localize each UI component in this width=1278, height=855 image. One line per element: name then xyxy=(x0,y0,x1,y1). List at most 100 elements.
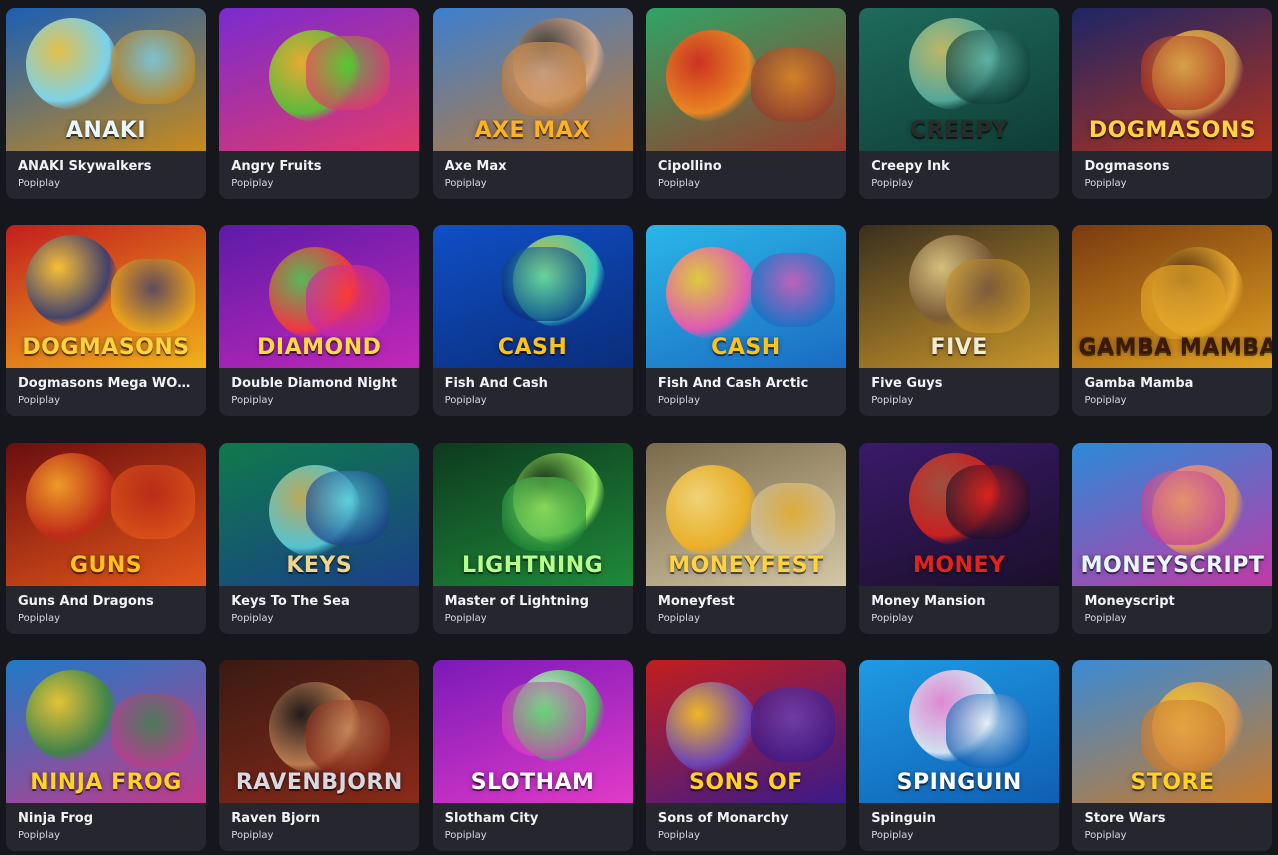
artwork-shape xyxy=(665,30,758,122)
game-thumbnail[interactable]: FIVE xyxy=(859,225,1060,369)
artwork-shape xyxy=(111,693,195,768)
game-logo-text: DOGMASONS xyxy=(22,336,190,361)
game-thumbnail[interactable]: AXE MAX xyxy=(432,8,633,151)
game-thumbnail[interactable]: KEYS xyxy=(219,442,420,586)
game-card[interactable]: STORE Store Wars Popiplay xyxy=(1072,659,1273,851)
game-card[interactable]: LIGHTNING Master of Lightning Popiplay xyxy=(432,442,633,634)
game-title[interactable]: Spinguin xyxy=(871,810,1047,827)
game-thumbnail[interactable]: ANAKI xyxy=(6,8,206,151)
game-card[interactable]: AXE MAX Axe Max Popiplay xyxy=(432,8,633,199)
game-provider: Popiplay xyxy=(1084,395,1127,407)
game-thumbnail[interactable]: LIGHTNING xyxy=(432,442,633,586)
game-thumbnail[interactable]: MONEYFEST xyxy=(645,442,846,586)
game-title[interactable]: Master of Lightning xyxy=(445,593,621,610)
game-thumbnail[interactable]: GAMBA MAMBA xyxy=(1072,225,1273,369)
game-title[interactable]: Sons of Monarchy xyxy=(658,810,834,827)
game-thumbnail[interactable]: STORE xyxy=(1072,659,1273,803)
game-card[interactable]: MONEYFEST Moneyfest Popiplay xyxy=(645,442,846,634)
game-card[interactable]: DOGMASONS Dogmasons Popiplay xyxy=(1072,8,1273,199)
game-provider: Popiplay xyxy=(657,829,700,841)
game-title[interactable]: Dogmasons xyxy=(1084,158,1260,175)
game-card[interactable]: DOGMASONS Dogmasons Mega WOOF Popiplay xyxy=(6,225,206,417)
game-provider: Popiplay xyxy=(871,612,914,624)
game-thumbnail[interactable]: DOGMASONS xyxy=(1072,8,1273,151)
game-title[interactable]: Keys To The Sea xyxy=(231,593,407,610)
game-info: Fish And Cash Arctic Popiplay xyxy=(646,368,846,408)
game-title[interactable]: Store Wars xyxy=(1084,810,1260,827)
game-title[interactable]: Double Diamond Night xyxy=(231,375,407,392)
game-thumbnail[interactable]: NINJA FROG xyxy=(6,659,206,803)
game-card[interactable]: KEYS Keys To The Sea Popiplay xyxy=(219,442,420,634)
game-grid: ANAKI ANAKI Skywalkers Popiplay Angry Fruit… xyxy=(6,8,1273,851)
game-thumbnail[interactable]: SLOTHAM xyxy=(432,659,633,803)
game-title[interactable]: Fish And Cash Arctic xyxy=(658,375,834,392)
game-title[interactable]: Creepy Ink xyxy=(871,158,1047,175)
artwork-shape xyxy=(750,687,835,762)
game-card[interactable]: Angry Fruits Popiplay xyxy=(219,8,420,199)
game-info: Master of Lightning Popiplay xyxy=(433,586,633,626)
game-card[interactable]: SPINGUIN Spinguin Popiplay xyxy=(859,659,1060,851)
game-title[interactable]: Fish And Cash xyxy=(445,375,621,392)
game-thumbnail[interactable]: CASH xyxy=(432,225,633,369)
artwork-shape xyxy=(750,253,835,328)
game-thumbnail[interactable] xyxy=(645,8,846,151)
game-card[interactable]: FIVE Five Guys Popiplay xyxy=(859,225,1060,417)
artwork-shape xyxy=(1141,470,1226,545)
game-title[interactable]: Angry Fruits xyxy=(231,158,407,175)
game-logo-text: KEYS xyxy=(286,553,353,578)
game-title[interactable]: Five Guys xyxy=(871,375,1047,392)
game-info: Double Diamond Night Popiplay xyxy=(219,368,419,408)
game-logo-text: AXE MAX xyxy=(474,119,591,143)
game-provider: Popiplay xyxy=(657,612,700,624)
game-thumbnail[interactable] xyxy=(219,8,420,151)
game-card[interactable]: SONS OF Sons of Monarchy Popiplay xyxy=(645,659,846,851)
game-card[interactable]: NINJA FROG Ninja Frog Popiplay xyxy=(6,659,206,851)
artwork-shape xyxy=(501,42,586,116)
game-thumbnail[interactable]: DIAMOND xyxy=(219,225,420,369)
game-title[interactable]: ANAKI Skywalkers xyxy=(18,158,194,175)
game-card[interactable]: ANAKI ANAKI Skywalkers Popiplay xyxy=(6,8,206,199)
game-thumbnail[interactable]: SONS OF xyxy=(645,659,846,803)
game-card[interactable]: GAMBA MAMBA Gamba Mamba Popiplay xyxy=(1072,225,1273,417)
game-provider: Popiplay xyxy=(444,395,487,407)
game-logo-text: MONEYFEST xyxy=(668,553,824,578)
game-title[interactable]: Cipollino xyxy=(658,158,834,175)
game-title[interactable]: Moneyscript xyxy=(1084,593,1260,610)
game-title[interactable]: Slotham City xyxy=(445,810,621,827)
game-logo-text: CASH xyxy=(497,336,568,361)
game-card[interactable]: CASH Fish And Cash Popiplay xyxy=(432,225,633,417)
game-thumbnail[interactable]: SPINGUIN xyxy=(859,659,1060,803)
game-thumbnail[interactable]: GUNS xyxy=(6,442,206,586)
game-thumbnail[interactable]: RavenBjorn xyxy=(219,659,420,803)
game-card[interactable]: SLOTHAM Slotham City Popiplay xyxy=(432,659,633,851)
game-provider: Popiplay xyxy=(657,395,700,407)
game-card[interactable]: CREEPY Creepy Ink Popiplay xyxy=(859,8,1060,199)
game-thumbnail[interactable]: CASH xyxy=(645,225,846,369)
artwork-shape xyxy=(1141,265,1226,340)
game-thumbnail[interactable]: CREEPY xyxy=(859,8,1060,151)
game-card[interactable]: Cipollino Popiplay xyxy=(645,8,846,199)
game-thumbnail[interactable]: moneyscript xyxy=(1072,442,1273,586)
game-thumbnail[interactable]: DOGMASONS xyxy=(6,225,206,369)
game-card[interactable]: GUNS Guns And Dragons Popiplay xyxy=(6,442,206,634)
artwork-shape xyxy=(750,48,835,122)
game-title[interactable]: Ninja Frog xyxy=(18,810,194,827)
artwork-shape xyxy=(111,30,195,104)
game-title[interactable]: Axe Max xyxy=(445,158,621,175)
game-card[interactable]: MONEY Money Mansion Popiplay xyxy=(859,442,1060,634)
game-logo-text: LIGHTNING xyxy=(461,553,604,578)
game-logo-text: MONEY xyxy=(912,553,1006,578)
game-title[interactable]: Gamba Mamba xyxy=(1084,375,1260,392)
game-provider: Popiplay xyxy=(231,612,274,624)
game-title[interactable]: Guns And Dragons xyxy=(18,593,194,610)
game-title[interactable]: Money Mansion xyxy=(871,593,1047,610)
game-card[interactable]: RavenBjorn Raven Bjorn Popiplay xyxy=(219,659,420,851)
game-logo-text: RavenBjorn xyxy=(235,770,403,795)
game-thumbnail[interactable]: MONEY xyxy=(859,442,1060,586)
game-card[interactable]: DIAMOND Double Diamond Night Popiplay xyxy=(219,225,420,417)
game-title[interactable]: Raven Bjorn xyxy=(231,810,407,827)
game-title[interactable]: Moneyfest xyxy=(658,593,834,610)
game-card[interactable]: moneyscript Moneyscript Popiplay xyxy=(1072,442,1273,634)
game-card[interactable]: CASH Fish And Cash Arctic Popiplay xyxy=(645,225,846,417)
game-title[interactable]: Dogmasons Mega WOOF xyxy=(18,375,194,392)
